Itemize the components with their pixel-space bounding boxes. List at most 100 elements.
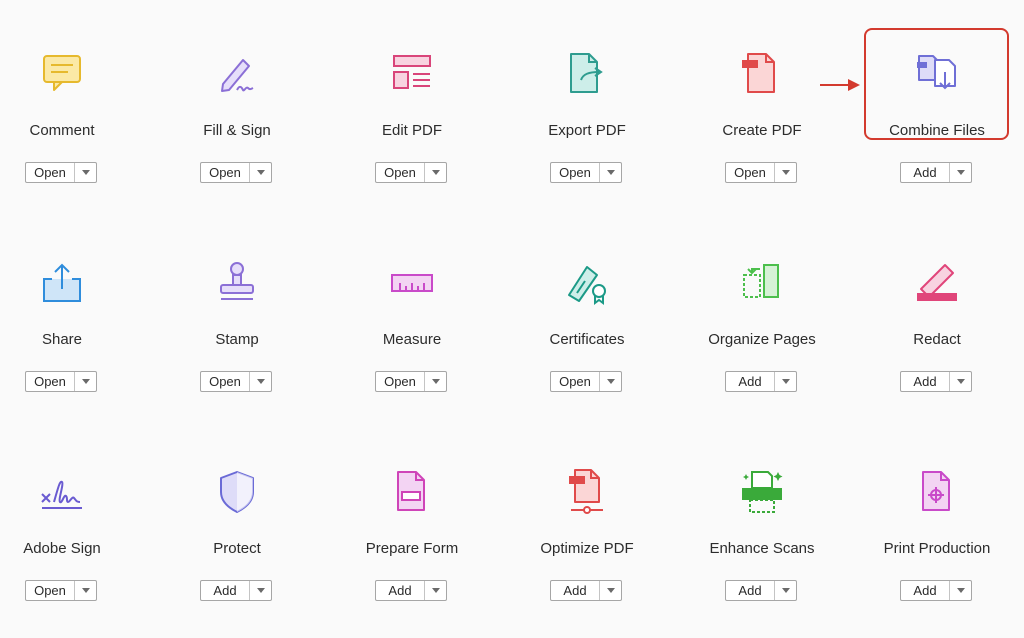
open-button[interactable]: Open: [376, 372, 425, 391]
tool-prepare-form: Prepare Form Add: [332, 468, 492, 638]
optimize-pdf-icon[interactable]: [563, 468, 611, 516]
print-production-icon[interactable]: [913, 468, 961, 516]
combine-files-icon[interactable]: [913, 50, 961, 98]
chevron-down-icon[interactable]: [775, 163, 796, 182]
tool-action-control: Open: [200, 162, 272, 183]
tool-stamp: Stamp Open: [157, 259, 317, 429]
tool-label: Comment: [29, 122, 95, 139]
tool-action-control: Add: [725, 580, 797, 601]
tool-action-control: Open: [375, 371, 447, 392]
tool-edit-pdf: Edit PDF Open: [332, 50, 492, 220]
chevron-down-icon[interactable]: [775, 581, 796, 600]
tool-protect: Protect Add: [157, 468, 317, 638]
chevron-down-icon[interactable]: [950, 372, 971, 391]
open-button[interactable]: Open: [201, 372, 250, 391]
create-pdf-icon[interactable]: [738, 50, 786, 98]
tool-optimize-pdf: Optimize PDF Add: [507, 468, 667, 638]
add-button[interactable]: Add: [726, 581, 775, 600]
open-button[interactable]: Open: [726, 163, 775, 182]
tool-combine-files: Combine Files Add: [857, 50, 1017, 220]
chevron-down-icon[interactable]: [600, 163, 621, 182]
chevron-down-icon[interactable]: [600, 372, 621, 391]
redact-icon[interactable]: [913, 259, 961, 307]
tool-create-pdf: Create PDF Open: [682, 50, 842, 220]
tool-action-control: Open: [25, 371, 97, 392]
tool-label: Optimize PDF: [540, 540, 634, 557]
chevron-down-icon[interactable]: [75, 163, 96, 182]
tool-action-control: Open: [375, 162, 447, 183]
tool-label: Print Production: [883, 540, 991, 557]
tool-organize-pages: Organize Pages Add: [682, 259, 842, 429]
tool-label: Measure: [382, 331, 442, 348]
tool-export-pdf: Export PDF Open: [507, 50, 667, 220]
tool-label: Combine Files: [889, 122, 985, 139]
tool-label: Adobe Sign: [23, 540, 101, 557]
tool-action-control: Open: [25, 162, 97, 183]
open-button[interactable]: Open: [551, 372, 600, 391]
tool-label: Export PDF: [548, 122, 626, 139]
share-icon[interactable]: [38, 259, 86, 307]
tool-action-control: Add: [550, 580, 622, 601]
tool-action-control: Add: [375, 580, 447, 601]
prepare-form-icon[interactable]: [388, 468, 436, 516]
tool-certificates: Certificates Open: [507, 259, 667, 429]
export-pdf-icon[interactable]: [563, 50, 611, 98]
add-button[interactable]: Add: [376, 581, 425, 600]
adobe-sign-icon[interactable]: [38, 468, 86, 516]
tool-redact: Redact Add: [857, 259, 1017, 429]
chevron-down-icon[interactable]: [75, 581, 96, 600]
add-button[interactable]: Add: [201, 581, 250, 600]
edit-pdf-icon[interactable]: [388, 50, 436, 98]
tool-label: Organize Pages: [708, 331, 816, 348]
tool-adobe-sign: Adobe Sign Open: [0, 468, 142, 638]
stamp-icon[interactable]: [213, 259, 261, 307]
tool-action-control: Open: [550, 162, 622, 183]
chevron-down-icon[interactable]: [425, 372, 446, 391]
chevron-down-icon[interactable]: [600, 581, 621, 600]
add-button[interactable]: Add: [901, 163, 950, 182]
tool-label: Enhance Scans: [709, 540, 815, 557]
tool-fill-sign: Fill & Sign Open: [157, 50, 317, 220]
protect-icon[interactable]: [213, 468, 261, 516]
enhance-scans-icon[interactable]: [738, 468, 786, 516]
tool-print-production: Print Production Add: [857, 468, 1017, 638]
tool-action-control: Add: [900, 162, 972, 183]
tool-share: Share Open: [0, 259, 142, 429]
add-button[interactable]: Add: [901, 372, 950, 391]
tool-label: Redact: [913, 331, 961, 348]
fill-sign-icon[interactable]: [213, 50, 261, 98]
chevron-down-icon[interactable]: [775, 372, 796, 391]
tool-label: Protect: [213, 540, 261, 557]
organize-pages-icon[interactable]: [738, 259, 786, 307]
open-button[interactable]: Open: [26, 581, 75, 600]
open-button[interactable]: Open: [26, 163, 75, 182]
tool-action-control: Add: [725, 371, 797, 392]
open-button[interactable]: Open: [376, 163, 425, 182]
chevron-down-icon[interactable]: [425, 163, 446, 182]
tool-label: Prepare Form: [365, 540, 459, 557]
chevron-down-icon[interactable]: [250, 372, 271, 391]
measure-icon[interactable]: [388, 259, 436, 307]
open-button[interactable]: Open: [551, 163, 600, 182]
tool-measure: Measure Open: [332, 259, 492, 429]
tool-label: Stamp: [215, 331, 259, 348]
chevron-down-icon[interactable]: [75, 372, 96, 391]
chevron-down-icon[interactable]: [950, 581, 971, 600]
tool-label: Certificates: [549, 331, 625, 348]
open-button[interactable]: Open: [201, 163, 250, 182]
open-button[interactable]: Open: [26, 372, 75, 391]
tool-action-control: Open: [200, 371, 272, 392]
chevron-down-icon[interactable]: [250, 163, 271, 182]
comment-icon[interactable]: [38, 50, 86, 98]
chevron-down-icon[interactable]: [425, 581, 446, 600]
certificates-icon[interactable]: [563, 259, 611, 307]
add-button[interactable]: Add: [551, 581, 600, 600]
tool-label: Create PDF: [722, 122, 802, 139]
tool-label: Edit PDF: [381, 122, 442, 139]
tool-label: Fill & Sign: [203, 122, 271, 139]
tool-label: Share: [41, 331, 83, 348]
add-button[interactable]: Add: [901, 581, 950, 600]
add-button[interactable]: Add: [726, 372, 775, 391]
chevron-down-icon[interactable]: [250, 581, 271, 600]
chevron-down-icon[interactable]: [950, 163, 971, 182]
